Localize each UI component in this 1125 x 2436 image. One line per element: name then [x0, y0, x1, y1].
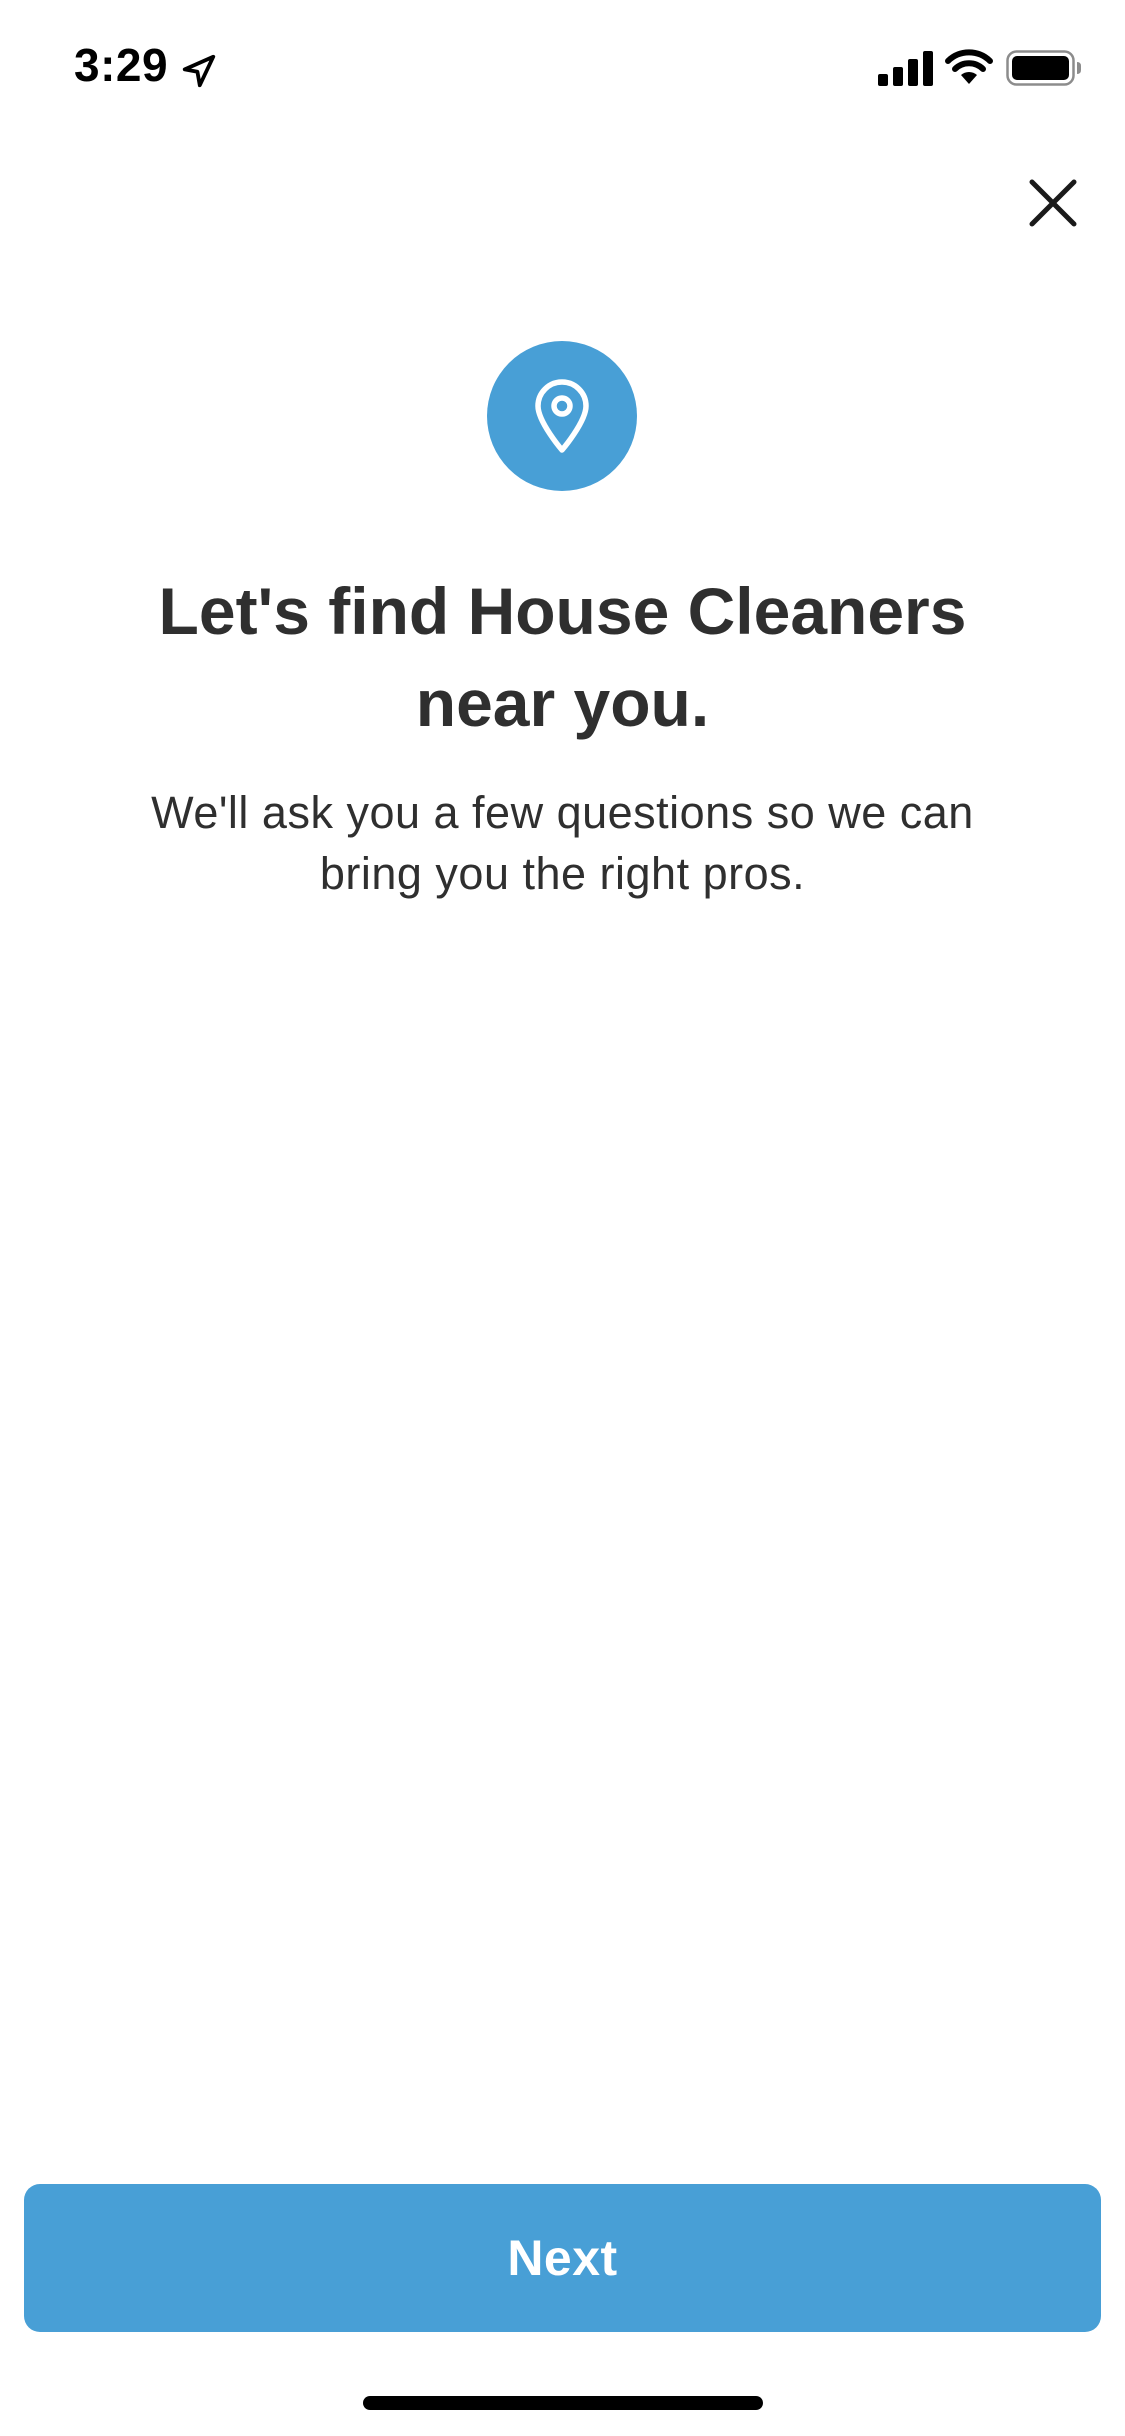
location-arrow-icon	[182, 54, 216, 88]
home-indicator[interactable]	[363, 2396, 763, 2410]
next-button[interactable]: Next	[24, 2184, 1101, 2332]
cellular-signal-icon	[878, 51, 933, 86]
status-bar: 3:29	[0, 0, 1125, 140]
location-pin-badge	[487, 341, 637, 491]
close-button[interactable]	[1018, 168, 1088, 238]
location-pin-icon	[535, 379, 589, 453]
status-time: 3:29	[74, 39, 169, 91]
wifi-icon	[945, 49, 993, 84]
page-subtitle: We'll ask you a few questions so we can …	[151, 787, 974, 899]
close-icon	[1029, 179, 1077, 227]
battery-icon	[1006, 50, 1081, 86]
page-title: Let's find House Cleaners near you.	[158, 574, 967, 740]
